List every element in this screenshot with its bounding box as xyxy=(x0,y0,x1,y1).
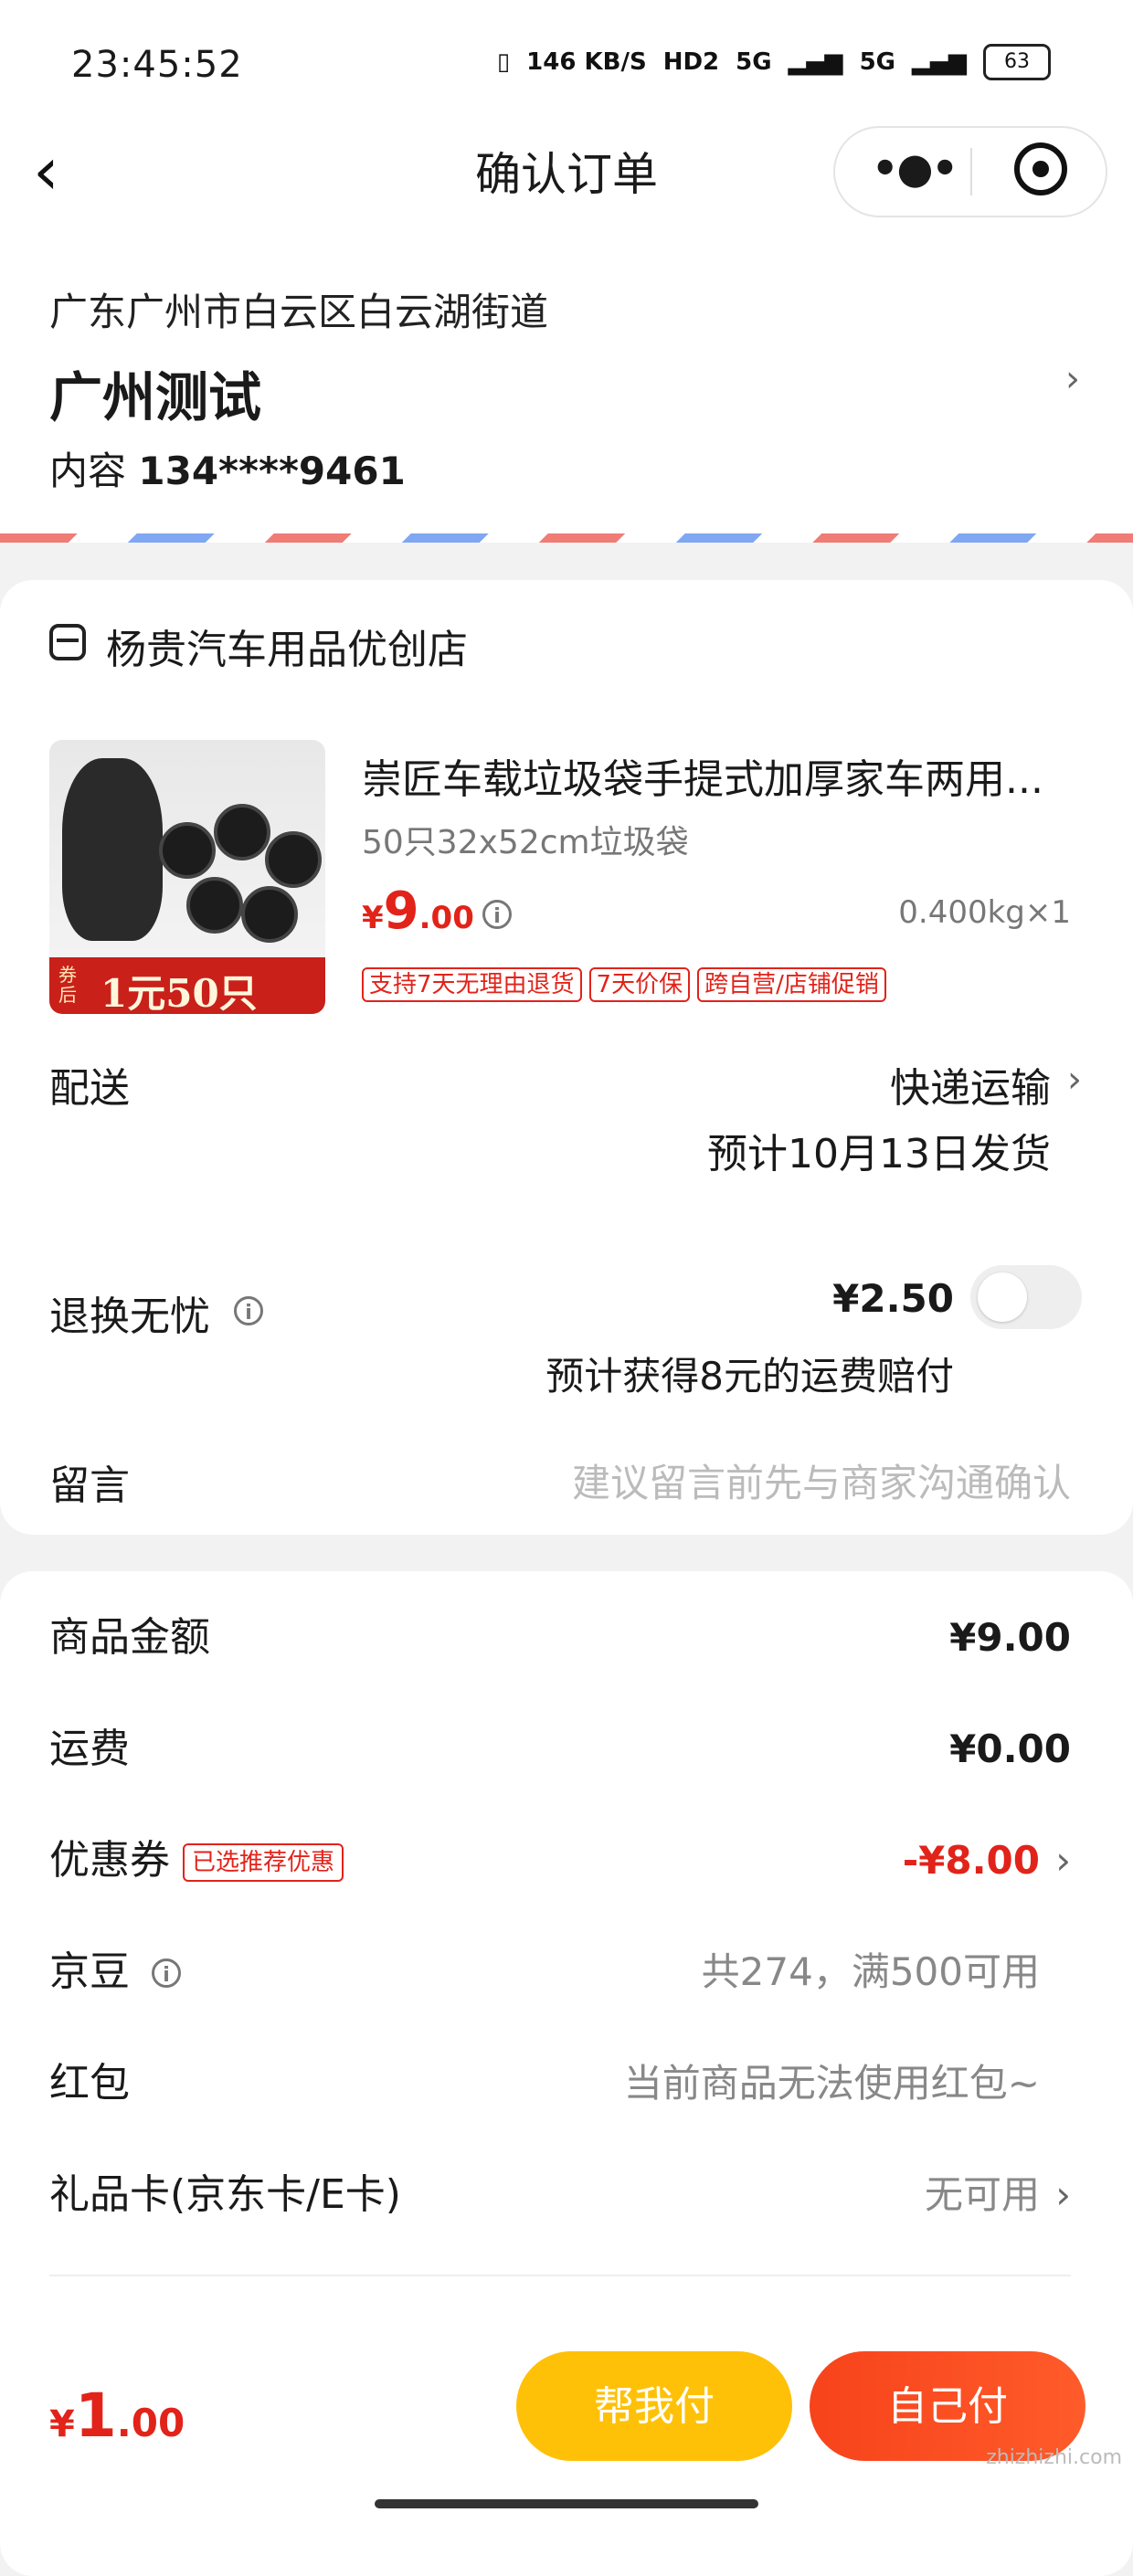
capsule-divider xyxy=(970,148,972,195)
delivery-date: 预计10月13日发货 xyxy=(707,1131,1051,1177)
returns-label: 退换无忧 xyxy=(49,1293,210,1340)
total-price: ¥1.00 xyxy=(49,2381,185,2451)
total-decimal: .00 xyxy=(116,2401,185,2445)
airmail-stripe xyxy=(0,533,1133,543)
coupon-value: -¥8.00 xyxy=(902,1838,1040,1883)
coupon-row[interactable]: 优惠券 已选推荐优惠 -¥8.00 › xyxy=(49,1829,1071,1893)
watermark: zhizhizhi.com xyxy=(986,2446,1122,2469)
delivery-method[interactable]: 快递运输 xyxy=(890,1055,1051,1114)
price-integer: 9 xyxy=(383,882,419,941)
goods-amount-label: 商品金额 xyxy=(49,1614,210,1661)
service-tags: 支持7天无理由退货 7天价保 跨自营/店铺促销 xyxy=(362,967,886,1002)
promo-tag: 券后 xyxy=(58,964,77,1006)
close-target-icon[interactable] xyxy=(1014,143,1067,195)
redpack-row[interactable]: 红包 当前商品无法使用红包~ xyxy=(49,2052,1071,2116)
jingdou-row[interactable]: 京豆 i 共274，满500可用 xyxy=(49,1940,1071,2004)
bottom-pay-bar: ¥1.00 帮我付 自己付 zhizhizhi.com xyxy=(0,2328,1133,2532)
shop-icon xyxy=(49,624,86,660)
message-label: 留言 xyxy=(49,1462,130,1509)
redpack-value: 当前商品无法使用红包~ xyxy=(623,2061,1040,2106)
coupon-label: 优惠券 xyxy=(49,1837,170,1884)
address-line: 广东广州市白云区白云湖街道 xyxy=(49,290,549,334)
signal-bars-icon-1: ▂▄▆ xyxy=(788,48,843,76)
chevron-right-icon: › xyxy=(1055,1838,1071,1883)
returns-note: 预计获得8元的运费赔付 xyxy=(545,1354,954,1399)
status-time: 23:45:52 xyxy=(71,44,243,86)
signal-bars-icon-2: ▂▄▆ xyxy=(912,48,967,76)
freight-label: 运费 xyxy=(49,1726,130,1772)
goods-amount-row: 商品金额 ¥9.00 xyxy=(49,1606,1071,1670)
hd-icon: HD2 xyxy=(662,48,720,76)
product-image[interactable]: 券后 1元50只 xyxy=(49,740,325,1014)
message-input[interactable]: 建议留言前先与商家沟通确认 xyxy=(572,1452,1071,1508)
product-title[interactable]: 崇匠车载垃圾袋手提式加厚家车两用... xyxy=(362,746,1075,805)
total-integer: 1 xyxy=(74,2381,117,2451)
delivery-label: 配送 xyxy=(49,1065,130,1112)
self-pay-button[interactable]: 自己付 xyxy=(810,2351,1085,2461)
roll-shape xyxy=(265,831,322,888)
status-icons: ▯ 146 KB/S HD2 5G ▂▄▆ 5G ▂▄▆ 63 xyxy=(497,44,1051,80)
freight-row: 运费 ¥0.00 xyxy=(49,1717,1071,1781)
more-icon[interactable]: •●• xyxy=(872,143,958,197)
jingdou-info-icon[interactable]: i xyxy=(152,1958,181,1988)
roll-shape xyxy=(159,822,216,879)
chevron-right-icon: › xyxy=(1065,358,1080,400)
jingdou-value: 共274，满500可用 xyxy=(701,1949,1040,1994)
giftcard-label: 礼品卡(京东卡/E卡) xyxy=(49,2171,401,2218)
recipient-phone: 内容 134****9461 xyxy=(49,440,406,496)
bag-shape xyxy=(62,758,163,941)
chevron-right-icon: › xyxy=(1055,2172,1071,2217)
recipient-name: 广州测试 xyxy=(49,366,262,428)
chevron-right-icon: › xyxy=(1067,1059,1082,1101)
redpack-label: 红包 xyxy=(49,2060,130,2106)
status-bar: 23:45:52 ▯ 146 KB/S HD2 5G ▂▄▆ 5G ▂▄▆ 63 xyxy=(0,0,1133,137)
home-indicator[interactable] xyxy=(375,2499,758,2508)
net-speed: 146 KB/S xyxy=(526,48,647,76)
promo-banner: 券后 1元50只 xyxy=(49,957,325,1014)
service-tag: 支持7天无理由退货 xyxy=(362,967,582,1002)
roll-shape xyxy=(241,886,298,943)
returns-info-icon[interactable]: i xyxy=(234,1296,263,1325)
price-decimal: .00 xyxy=(418,900,474,936)
roll-shape xyxy=(214,804,270,860)
vibrate-icon: ▯ xyxy=(496,48,511,76)
signal-icon-1: 5G xyxy=(736,48,772,76)
freight-value: ¥0.00 xyxy=(949,1726,1071,1771)
address-card[interactable]: 广东广州市白云区白云湖街道 广州测试 内容 134****9461 › xyxy=(0,238,1133,543)
roll-shape xyxy=(186,877,243,934)
battery-icon: 63 xyxy=(983,44,1051,80)
product-price: ¥9.00 xyxy=(362,882,474,941)
giftcard-value: 无可用 xyxy=(924,2172,1040,2217)
product-weight: 0.400kg×1 xyxy=(898,894,1071,931)
nav-bar: ‹ 确认订单 •●• xyxy=(0,119,1133,238)
help-pay-button[interactable]: 帮我付 xyxy=(516,2351,792,2461)
coupon-tag: 已选推荐优惠 xyxy=(183,1843,344,1882)
mini-program-capsule: •●• xyxy=(833,126,1107,217)
service-tag: 7天价保 xyxy=(588,967,691,1002)
phone-label: 内容 xyxy=(49,449,127,493)
phone-number: 134****9461 xyxy=(138,449,406,493)
shop-card: 杨贵汽车用品优创店 券后 1元50只 崇匠车载垃圾袋手提式加厚家车两用... 5… xyxy=(0,580,1133,1535)
price-info-icon[interactable]: i xyxy=(482,900,512,929)
goods-amount-value: ¥9.00 xyxy=(949,1615,1071,1660)
price-currency: ¥ xyxy=(362,900,384,936)
shop-name[interactable]: 杨贵汽车用品优创店 xyxy=(106,617,468,675)
divider xyxy=(49,2275,1071,2276)
signal-icon-2: 5G xyxy=(859,48,895,76)
returns-toggle[interactable] xyxy=(970,1265,1082,1329)
service-tag: 跨自营/店铺促销 xyxy=(697,967,886,1002)
promo-text: 1元50只 xyxy=(101,971,258,1014)
returns-price: ¥2.50 xyxy=(832,1276,954,1321)
total-currency: ¥ xyxy=(49,2403,75,2445)
jingdou-label: 京豆 xyxy=(49,1948,130,1995)
giftcard-row[interactable]: 礼品卡(京东卡/E卡) 无可用 › xyxy=(49,2163,1071,2227)
product-spec: 50只32x52cm垃圾袋 xyxy=(362,824,689,861)
